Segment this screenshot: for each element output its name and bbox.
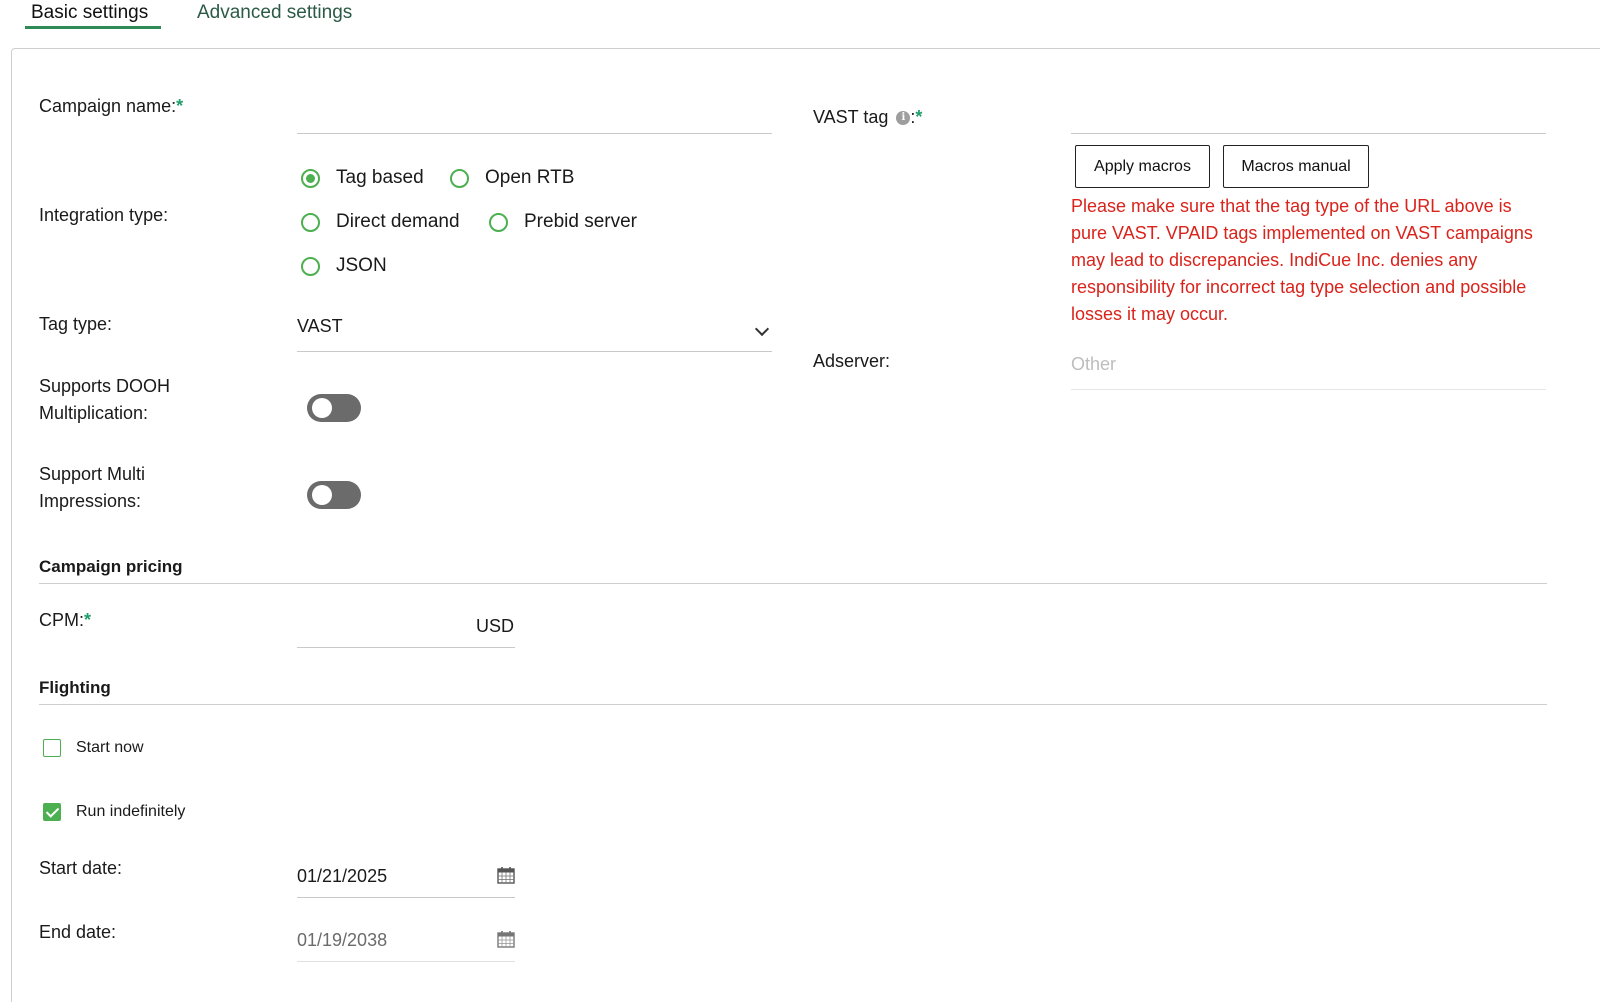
info-icon[interactable]: i	[896, 111, 911, 126]
active-tab-indicator	[25, 26, 161, 29]
radio-open-rtb-label: Open RTB	[485, 167, 575, 188]
start-now-checkbox[interactable]	[43, 739, 61, 757]
adserver-placeholder: Other	[1071, 354, 1117, 374]
radio-tag-based[interactable]: Tag based	[301, 167, 424, 189]
tag-type-select[interactable]	[297, 310, 772, 352]
cpm-label: CPM:*	[39, 610, 92, 630]
multi-impressions-toggle[interactable]	[307, 481, 361, 509]
radio-selected-icon	[301, 168, 320, 188]
dooh-toggle[interactable]	[307, 394, 361, 422]
tab-basic-settings[interactable]: Basic settings	[31, 2, 148, 24]
campaign-name-label: Campaign name:*	[39, 96, 184, 116]
calendar-icon[interactable]	[497, 930, 515, 948]
calendar-icon[interactable]	[497, 866, 515, 884]
tab-advanced-settings[interactable]: Advanced settings	[197, 2, 352, 24]
radio-direct-demand-label: Direct demand	[336, 211, 460, 232]
radio-open-rtb[interactable]: Open RTB	[450, 167, 574, 189]
radio-unselected-icon	[301, 256, 320, 276]
radio-tag-based-label: Tag based	[336, 167, 424, 188]
radio-unselected-icon	[301, 212, 320, 232]
run-indefinitely-checkbox[interactable]	[43, 803, 61, 821]
radio-prebid-server-label: Prebid server	[524, 211, 637, 232]
integration-type-label: Integration type:	[39, 205, 169, 225]
campaign-name-input[interactable]	[297, 96, 772, 134]
start-date-label: Start date:	[39, 858, 123, 878]
radio-unselected-icon	[450, 168, 469, 188]
radio-json[interactable]: JSON	[301, 255, 387, 277]
required-mark: *	[84, 610, 92, 630]
radio-json-label: JSON	[336, 255, 387, 276]
dooh-label: Supports DOOH Multiplication:	[39, 376, 171, 423]
vast-tag-label: VAST tag i:*	[813, 107, 923, 127]
flighting-title: Flighting	[39, 678, 111, 697]
flighting-divider	[39, 704, 1547, 705]
required-mark: *	[915, 107, 923, 127]
pricing-divider	[39, 583, 1547, 584]
apply-macros-button[interactable]: Apply macros	[1075, 145, 1210, 188]
multi-impressions-label: Support Multi Impressions:	[39, 464, 146, 511]
campaign-pricing-title: Campaign pricing	[39, 557, 183, 576]
end-date-value: 01/19/2038	[297, 930, 388, 950]
vast-tag-input[interactable]	[1071, 96, 1546, 134]
end-date-label: End date:	[39, 922, 117, 942]
run-indefinitely-label: Run indefinitely	[76, 803, 186, 820]
tag-type-label: Tag type:	[39, 314, 113, 334]
radio-prebid-server[interactable]: Prebid server	[489, 211, 637, 233]
vast-warning-text: Please make sure that the tag type of th…	[1071, 196, 1533, 324]
start-now-label: Start now	[76, 739, 144, 756]
start-date-value: 01/21/2025	[297, 866, 388, 886]
radio-unselected-icon	[489, 212, 508, 232]
adserver-input[interactable]	[1071, 350, 1546, 390]
cpm-currency: USD	[476, 616, 515, 636]
required-mark: *	[176, 96, 184, 116]
adserver-label: Adserver:	[813, 351, 891, 371]
settings-panel	[11, 48, 1600, 1002]
tag-type-value: VAST	[297, 316, 343, 336]
macros-manual-button[interactable]: Macros manual	[1223, 145, 1369, 188]
radio-direct-demand[interactable]: Direct demand	[301, 211, 460, 233]
